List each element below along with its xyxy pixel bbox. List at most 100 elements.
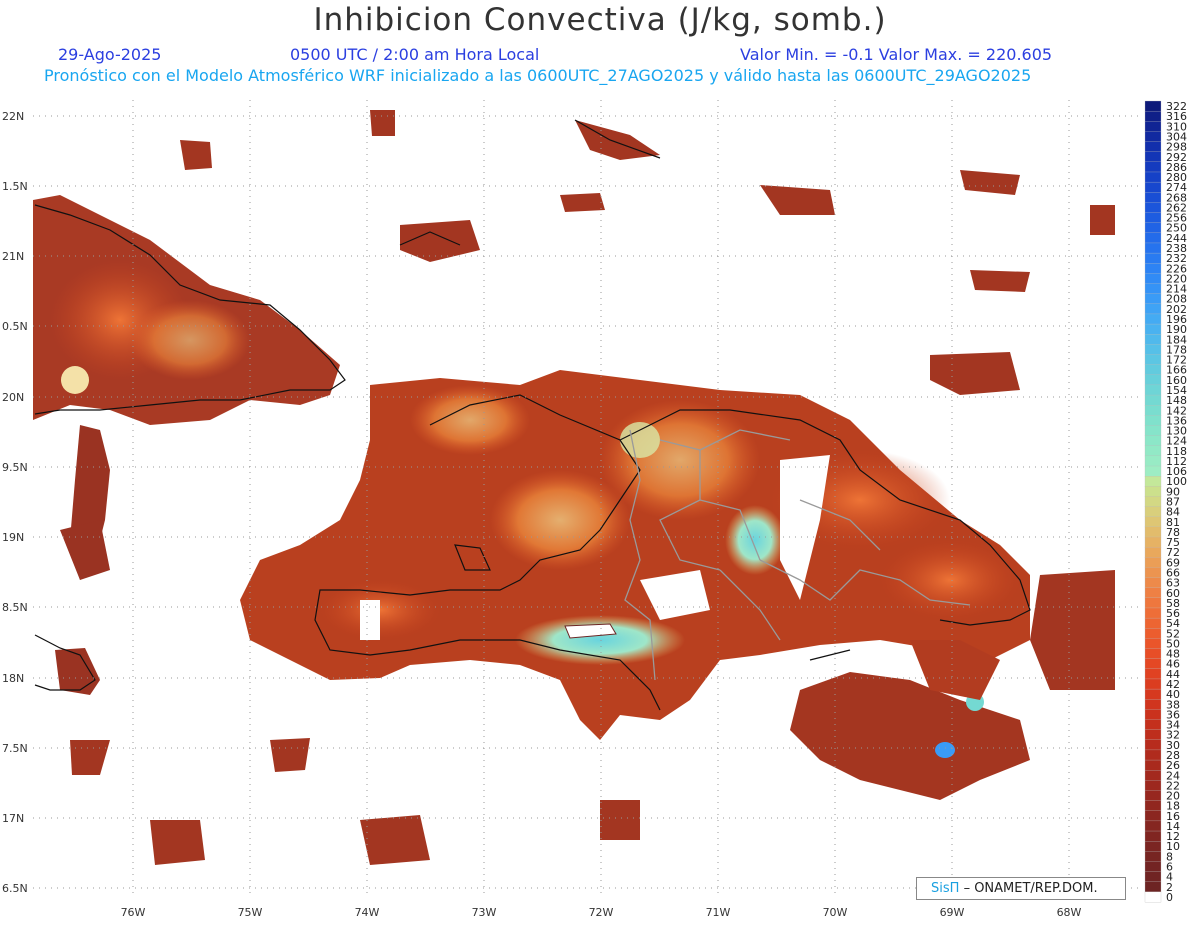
forecast-date: 29-Ago-2025 [58,45,162,64]
lon-labels: 76W 75W 74W 73W 72W 71W 70W 69W 68W [121,906,1082,919]
colorbar-swatch [1144,313,1162,325]
colorbar-swatch [1144,810,1162,822]
colorbar-swatch [1144,455,1162,467]
colorbar-swatch [1144,232,1162,244]
colorbar-swatch [1144,881,1162,893]
lat-label: 9.5N [2,461,28,474]
colorbar-swatch [1144,131,1162,143]
colorbar-swatch [1144,770,1162,781]
colorbar-swatch [1144,546,1162,558]
forecast-time: 0500 UTC / 2:00 am Hora Local [290,45,540,64]
colorbar-swatch [1144,273,1162,284]
colorbar-swatch [1144,354,1162,366]
lat-label: 17N [2,812,24,825]
min-max-values: Valor Min. = -0.1 Valor Max. = 220.605 [740,45,1053,64]
credit-box: SisΠ – ONAMET/REP.DOM. [916,877,1126,900]
colorbar-swatch [1144,688,1162,700]
lat-label: 0.5N [2,320,28,333]
colorbar-swatch [1144,110,1162,122]
colorbar-swatch [1144,323,1162,335]
colorbar-swatch [1144,374,1162,386]
colorbar-swatch [1144,749,1162,761]
lat-label: 18N [2,672,24,685]
colorbar-swatch [1144,638,1162,649]
colorbar-swatch [1144,668,1162,680]
colorbar-swatch [1144,820,1162,832]
colorbar-swatch [1144,739,1162,751]
colorbar-swatch [1144,851,1162,862]
colorbar-swatch [1144,303,1162,315]
colorbar-swatch [1144,242,1162,254]
lon-label: 68W [1057,906,1082,919]
lat-label: 20N [2,391,24,404]
colorbar-swatch [1144,263,1162,274]
colorbar-swatch [1144,699,1162,710]
colorbar-swatch [1144,628,1162,639]
colorbar-swatch [1144,202,1162,213]
lat-label: 7.5N [2,742,28,755]
colorbar-swatch [1144,800,1162,812]
map-title: Inhibicion Convectiva (J/kg, somb.) [313,2,887,38]
colorbar-label: 0 [1166,891,1173,904]
colorbar-swatch [1144,141,1162,153]
colorbar-swatch [1144,709,1162,720]
colorbar-swatch [1144,445,1162,457]
colorbar-swatch [1144,871,1162,883]
colorbar-swatch [1144,841,1162,852]
colorbar-swatch [1144,516,1162,528]
cin-map: 22N 1.5N 21N 0.5N 20N 9.5N 19N 8.5N 18N … [2,100,1187,919]
colorbar-swatch [1144,861,1162,873]
colorbar-swatch [1144,617,1162,629]
colorbar-swatch [1144,425,1162,437]
colorbar-swatch [1144,597,1162,609]
lat-label: 6.5N [2,882,28,895]
colorbar-swatch [1144,283,1162,295]
colorbar-swatch [1144,222,1162,234]
colorbar-swatch [1144,729,1162,741]
lon-label: 72W [589,906,614,919]
colorbar-swatch [1144,719,1162,731]
lat-labels: 22N 1.5N 21N 0.5N 20N 9.5N 19N 8.5N 18N … [2,110,28,895]
lat-label: 8.5N [2,601,28,614]
credit-text: – ONAMET/REP.DOM. [963,881,1098,896]
colorbar-swatch [1144,536,1162,548]
lat-label: 19N [2,531,24,544]
colorbar-swatch [1144,151,1162,163]
colorbar-swatch [1144,506,1162,518]
colorbar-swatch [1144,486,1162,497]
colorbar-swatch [1144,192,1162,203]
lon-label: 75W [238,906,263,919]
colorbar-swatch [1144,678,1162,690]
colorbar-swatch [1144,475,1162,487]
lat-label: 21N [2,250,24,263]
colorbar-swatch [1144,252,1162,264]
lon-label: 70W [823,906,848,919]
colorbar-swatch [1144,577,1162,589]
model-info: Pronóstico con el Modelo Atmosférico WRF… [44,66,1032,85]
lon-label: 71W [706,906,731,919]
colorbar-swatch [1144,891,1162,903]
colorbar-swatch [1144,161,1162,173]
colorbar: 3223163103042982922862802742682622562502… [1144,100,1187,904]
colorbar-swatch [1144,465,1162,477]
colorbar-swatch [1144,334,1162,345]
colorbar-swatch [1144,759,1162,771]
colorbar-swatch [1144,364,1162,376]
colorbar-swatch [1144,171,1162,183]
colorbar-swatch [1144,830,1162,842]
colorbar-swatch [1144,121,1162,132]
colorbar-swatch [1144,567,1162,578]
colorbar-swatch [1144,526,1162,538]
colorbar-swatch [1144,384,1162,396]
colorbar-swatch [1144,405,1162,416]
lon-label: 69W [940,906,965,919]
lat-label: 1.5N [2,180,28,193]
colorbar-swatch [1144,648,1162,660]
colorbar-swatch [1144,587,1162,599]
colorbar-swatch [1144,212,1162,224]
lon-label: 74W [355,906,380,919]
colorbar-swatch [1144,394,1162,406]
colorbar-swatch [1144,496,1162,508]
colorbar-swatch [1144,293,1162,305]
colorbar-swatch [1144,435,1162,447]
